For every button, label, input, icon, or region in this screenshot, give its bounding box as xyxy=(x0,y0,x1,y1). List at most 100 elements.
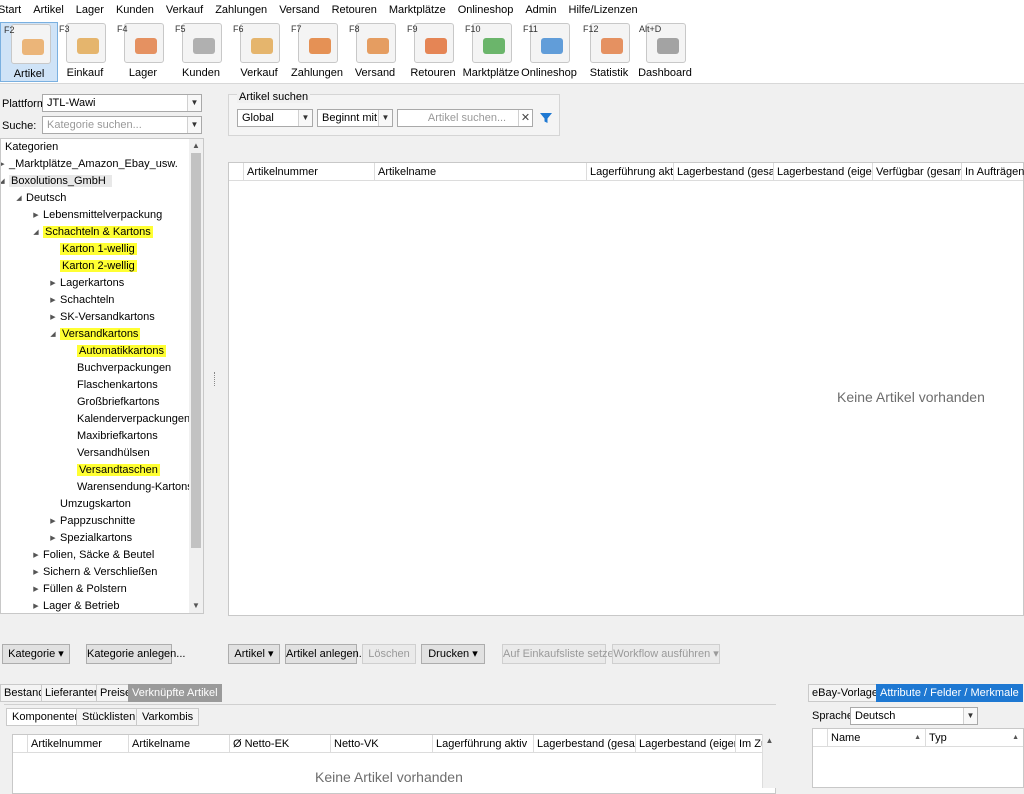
tree-toggle-icon[interactable]: ▶ xyxy=(31,564,41,581)
toolbar-button-retouren[interactable]: F9 Retouren xyxy=(404,22,462,82)
tree-toggle-icon[interactable]: ▶ xyxy=(48,292,58,309)
chevron-down-icon[interactable]: ▼ xyxy=(187,95,201,111)
chevron-up-icon[interactable]: ▲ xyxy=(763,734,776,748)
bottom-column-artikelnummer[interactable]: Artikelnummer xyxy=(27,735,128,753)
sort-arrow-icon[interactable]: ▲ xyxy=(914,729,921,747)
tree-scroll-thumb[interactable] xyxy=(191,153,201,548)
filter-icon[interactable] xyxy=(539,111,553,125)
chevron-up-icon[interactable]: ▲ xyxy=(189,139,203,153)
tree-toggle-icon[interactable]: ◢ xyxy=(48,326,58,343)
button-drucken[interactable]: Drucken ▾ xyxy=(421,644,485,664)
subtab-stücklisten[interactable]: Stücklisten xyxy=(76,708,142,726)
tree-node-schachteln[interactable]: ▶ Schachteln xyxy=(50,292,114,309)
tree-toggle-icon[interactable]: ◢ xyxy=(1,173,7,190)
toolbar-button-verkauf[interactable]: F6 Verkauf xyxy=(230,22,288,82)
toolbar-button-artikel[interactable]: F2 Artikel xyxy=(0,22,58,82)
column-header-lagerbestand-eigen[interactable]: Lagerbestand (eigen) xyxy=(773,163,872,181)
chevron-down-icon[interactable]: ▼ xyxy=(187,117,201,133)
tree-node-schachteln-kartons[interactable]: ◢ Schachteln & Kartons xyxy=(33,224,153,241)
toolbar-button-onlineshop[interactable]: F11 Onlineshop xyxy=(520,22,578,82)
tree-node-karton-2-wellig[interactable]: Karton 2-wellig xyxy=(60,258,137,275)
menu-item-artikel[interactable]: Artikel xyxy=(27,0,70,20)
attribute-column-typ[interactable]: Typ ▲ xyxy=(925,729,1023,747)
attributes-grid[interactable]: Name ▲ Typ ▲ xyxy=(812,728,1024,788)
menu-item-start[interactable]: Start xyxy=(0,0,27,20)
toolbar-button-versand[interactable]: F8 Versand xyxy=(346,22,404,82)
kategorie-anlegen-button[interactable]: Kategorie anlegen... xyxy=(86,644,185,664)
tree-scrollbar[interactable]: ▲ ▼ xyxy=(189,139,203,613)
menu-item-admin[interactable]: Admin xyxy=(519,0,562,20)
tree-node-flaschenkartons[interactable]: Flaschenkartons xyxy=(77,377,158,394)
tree-node-deutsch[interactable]: ◢ Deutsch xyxy=(16,190,66,207)
button-workflow-ausführen[interactable]: Workflow ausführen ▾ xyxy=(612,644,720,664)
chevron-down-icon[interactable]: ▼ xyxy=(298,110,312,126)
subtab-varkombis[interactable]: Varkombis xyxy=(136,708,200,726)
tree-node-versandtaschen[interactable]: Versandtaschen xyxy=(77,462,160,479)
menu-item-marktplätze[interactable]: Marktplätze xyxy=(383,0,452,20)
bottom-column-netto-vk[interactable]: Netto-VK xyxy=(330,735,432,753)
tree-toggle-icon[interactable]: ▶ xyxy=(31,207,41,224)
mode-select[interactable]: Beginnt mit ▼ xyxy=(317,109,393,127)
toolbar-button-zahlungen[interactable]: F7 Zahlungen xyxy=(288,22,346,82)
tree-node-versandhülsen[interactable]: Versandhülsen xyxy=(77,445,150,462)
tree-node-automatikkartons[interactable]: Automatikkartons xyxy=(77,343,166,360)
tree-node-karton-1-wellig[interactable]: Karton 1-wellig xyxy=(60,241,137,258)
bottom-column-im-zu[interactable]: Im Zu xyxy=(735,735,765,753)
components-grid[interactable]: Artikelnummer Artikelname Ø Netto-EK Netto-… xyxy=(12,734,776,794)
tree-node-boxolutions-gmbh[interactable]: ◢Boxolutions_GmbH xyxy=(1,173,112,190)
bottom-column-artikelname[interactable]: Artikelname xyxy=(128,735,229,753)
menu-item-zahlungen[interactable]: Zahlungen xyxy=(209,0,273,20)
language-select[interactable]: Deutsch ▼ xyxy=(850,707,978,725)
tree-node-lagerkartons[interactable]: ▶ Lagerkartons xyxy=(50,275,124,292)
tree-node-lebensmittelverpackung[interactable]: ▶ Lebensmittelverpackung xyxy=(33,207,162,224)
tree-toggle-icon[interactable]: ▶ xyxy=(31,547,41,564)
column-header-in-aufträgen[interactable]: In Aufträgen xyxy=(961,163,1024,181)
tree-toggle-icon[interactable]: ▶ xyxy=(31,598,41,613)
category-search-input[interactable]: Kategorie suchen... ▼ xyxy=(42,116,202,134)
tree-node-füllen-polstern[interactable]: ▶ Füllen & Polstern xyxy=(33,581,126,598)
toolbar-button-marktplätze[interactable]: F10 Marktplätze xyxy=(462,22,520,82)
tree-node-großbriefkartons[interactable]: Großbriefkartons xyxy=(77,394,160,411)
tree-node-sk-versandkartons[interactable]: ▶ SK-Versandkartons xyxy=(50,309,154,326)
tree-node-sichern-verschließen[interactable]: ▶ Sichern & Verschließen xyxy=(33,564,157,581)
article-search-input[interactable]: Artikel suchen... ✕ xyxy=(397,109,533,127)
toolbar-button-einkauf[interactable]: F3 Einkauf xyxy=(56,22,114,82)
menu-item-verkauf[interactable]: Verkauf xyxy=(160,0,209,20)
tree-node-pappzuschnitte[interactable]: ▶ Pappzuschnitte xyxy=(50,513,135,530)
menu-item-versand[interactable]: Versand xyxy=(273,0,325,20)
tree-node-maxibriefkartons[interactable]: Maxibriefkartons xyxy=(77,428,158,445)
column-header-lagerführung-aktiv[interactable]: Lagerführung aktiv xyxy=(586,163,673,181)
tree-toggle-icon[interactable]: ▶ xyxy=(48,275,58,292)
chevron-down-icon[interactable]: ▼ xyxy=(378,110,392,126)
scope-select[interactable]: Global ▼ xyxy=(237,109,313,127)
chevron-down-icon[interactable]: ▼ xyxy=(963,708,977,724)
bottom-column-lagerführung-aktiv[interactable]: Lagerführung aktiv xyxy=(432,735,533,753)
tab-attribute-felder-merkmale[interactable]: Attribute / Felder / Merkmale xyxy=(876,684,1023,702)
column-header-artikelname[interactable]: Artikelname xyxy=(374,163,586,181)
bottom-column-netto-ek[interactable]: Ø Netto-EK xyxy=(229,735,330,753)
attribute-column-name[interactable]: Name ▲ xyxy=(827,729,925,747)
tab-lieferanten[interactable]: Lieferanten xyxy=(41,684,105,702)
kategorie-button[interactable]: Kategorie ▾ xyxy=(2,644,70,664)
tree-toggle-icon[interactable]: ▶ xyxy=(31,581,41,598)
column-header-lagerbestand-gesamt[interactable]: Lagerbestand (gesamt) xyxy=(673,163,773,181)
bottom-column-lagerbestand-eigen[interactable]: Lagerbestand (eigen) xyxy=(635,735,735,753)
article-grid[interactable]: Artikelnummer Artikelname Lagerführung akt… xyxy=(228,162,1024,616)
menu-item-hilfe-lizenzen[interactable]: Hilfe/Lizenzen xyxy=(563,0,644,20)
tree-node-kalenderverpackungen[interactable]: Kalenderverpackungen xyxy=(77,411,190,428)
tree-node-buchverpackungen[interactable]: Buchverpackungen xyxy=(77,360,171,377)
button-artikel[interactable]: Artikel ▾ xyxy=(228,644,280,664)
tab-verknüpfte-artikel[interactable]: Verknüpfte Artikel xyxy=(128,684,222,702)
tree-node-spezialkartons[interactable]: ▶ Spezialkartons xyxy=(50,530,132,547)
platform-select[interactable]: JTL-Wawi ▼ xyxy=(42,94,202,112)
clear-icon[interactable]: ✕ xyxy=(518,110,532,126)
menu-item-retouren[interactable]: Retouren xyxy=(326,0,383,20)
components-scrollbar[interactable]: ▲ xyxy=(762,734,776,788)
tree-node-versandkartons[interactable]: ◢ Versandkartons xyxy=(50,326,141,343)
tree-toggle-icon[interactable]: ◢ xyxy=(14,190,24,207)
sort-arrow-icon[interactable]: ▲ xyxy=(1012,729,1019,747)
tree-toggle-icon[interactable]: ▶ xyxy=(48,513,58,530)
tree-node-umzugskarton[interactable]: Umzugskarton xyxy=(60,496,131,513)
menu-item-onlineshop[interactable]: Onlineshop xyxy=(452,0,520,20)
tree-toggle-icon[interactable]: ◢ xyxy=(31,224,41,241)
